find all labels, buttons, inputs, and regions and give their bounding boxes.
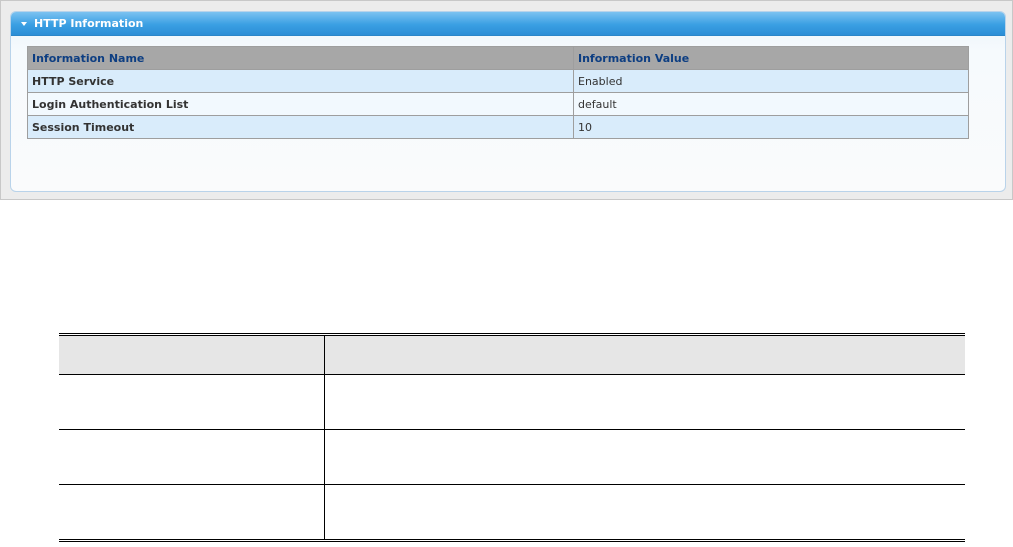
- table-row-http-service: HTTP Service Enabled: [27, 69, 969, 93]
- description-text-cell: [324, 374, 965, 430]
- panel-title: HTTP Information: [34, 17, 144, 30]
- description-text-cell: [325, 485, 966, 541]
- info-value-cell: default: [573, 92, 969, 116]
- description-table-row: [59, 429, 965, 485]
- table-row-session-timeout: Session Timeout 10: [27, 115, 969, 139]
- collapse-arrow-icon[interactable]: [21, 21, 27, 26]
- http-information-table: Information Name Information Value HTTP …: [27, 46, 969, 139]
- panel-header[interactable]: HTTP Information: [11, 12, 1005, 36]
- table-header-row: Information Name Information Value: [27, 46, 969, 70]
- description-table-row: [59, 374, 965, 430]
- info-value-cell: 10: [573, 115, 969, 139]
- info-name-cell: Session Timeout: [27, 115, 574, 139]
- info-value-cell: Enabled: [573, 69, 969, 93]
- description-header-cell-description: [324, 334, 965, 375]
- description-header-cell-object: [59, 334, 325, 375]
- description-table: [59, 333, 965, 542]
- column-header-information-name: Information Name: [27, 46, 574, 70]
- description-object-cell: [59, 484, 325, 541]
- description-text-cell: [324, 429, 965, 485]
- table-row-login-authentication-list: Login Authentication List default: [27, 92, 969, 116]
- column-header-information-value: Information Value: [573, 46, 969, 70]
- info-name-cell: Login Authentication List: [27, 92, 574, 116]
- description-object-cell: [59, 429, 325, 485]
- info-name-cell: HTTP Service: [27, 69, 574, 93]
- description-table-row: [59, 484, 966, 541]
- description-table-header-row: [59, 334, 965, 375]
- description-object-cell: [59, 374, 325, 430]
